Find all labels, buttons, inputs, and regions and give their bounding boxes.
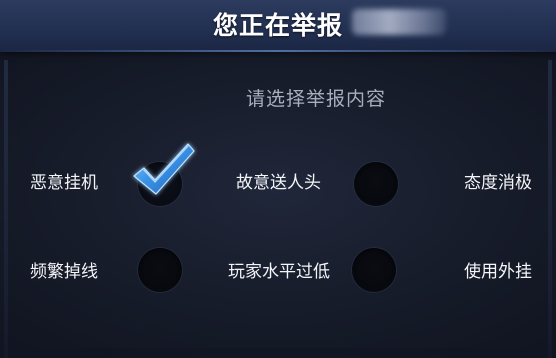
right-frame-line (548, 60, 552, 358)
option-cheating[interactable]: 使用外挂 (464, 248, 544, 298)
report-title: 您正在举报 (213, 11, 344, 40)
report-prompt: 请选择举报内容 (246, 88, 387, 110)
option-negative-attitude[interactable]: 态度消极 (464, 162, 544, 212)
report-header: 您正在举报 (0, 0, 556, 52)
option-malicious-afk[interactable]: 恶意挂机 (30, 143, 195, 212)
option-feeding[interactable]: 故意送人头 (236, 162, 406, 212)
option-radio[interactable] (138, 248, 182, 292)
option-low-skill[interactable]: 玩家水平过低 (228, 248, 408, 298)
option-label: 恶意挂机 (30, 173, 98, 193)
header-divider (0, 50, 556, 52)
option-label: 使用外挂 (464, 262, 532, 282)
option-label: 频繁掉线 (30, 262, 98, 282)
reported-player-name-blurred (352, 9, 446, 35)
option-label: 玩家水平过低 (228, 262, 330, 282)
option-frequent-disconnect[interactable]: 频繁掉线 (30, 248, 190, 298)
option-radio[interactable] (352, 248, 396, 292)
option-radio[interactable] (133, 143, 195, 206)
option-label: 态度消极 (464, 173, 532, 193)
left-frame-line (4, 60, 8, 358)
option-radio[interactable] (354, 162, 398, 206)
option-label: 故意送人头 (236, 173, 321, 193)
checkmark-icon (133, 143, 195, 195)
